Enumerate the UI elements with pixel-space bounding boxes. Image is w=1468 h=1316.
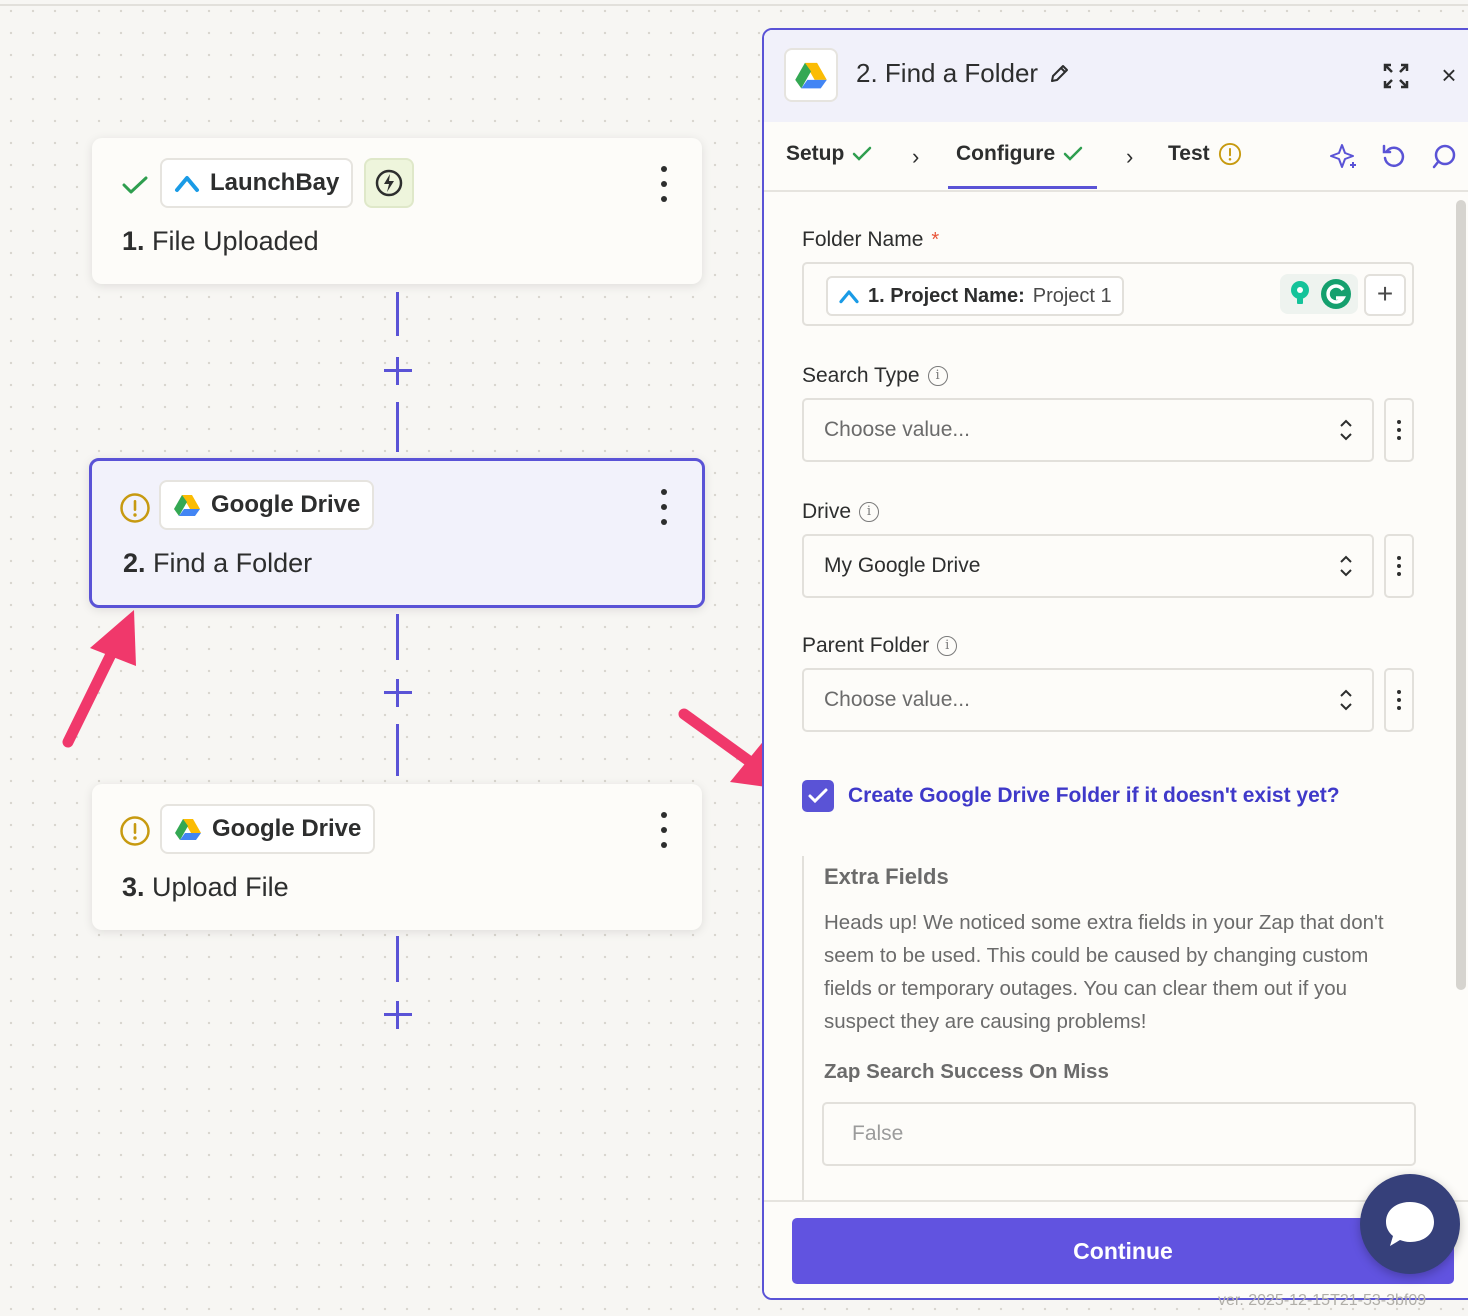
select-arrows-icon: [1340, 555, 1352, 577]
mapped-field-pill[interactable]: 1. Project Name: Project 1: [826, 276, 1124, 316]
check-icon: [118, 168, 152, 202]
folder-name-input[interactable]: 1. Project Name: Project 1 +: [802, 262, 1414, 326]
chevron-right-icon: ›: [1126, 144, 1134, 169]
app-name: Google Drive: [212, 815, 362, 842]
extra-fields-note: Heads up! We noticed some extra fields i…: [824, 911, 1384, 1033]
chat-icon: [1386, 1202, 1434, 1246]
app-name: Google Drive: [211, 491, 361, 518]
connector-line: [396, 292, 399, 336]
step-card-2[interactable]: Google Drive 2. Find a Folder: [89, 458, 705, 608]
close-icon[interactable]: ×: [1436, 62, 1462, 88]
step-config-panel: 2. Find a Folder × Setup › Configure › T…: [762, 28, 1468, 1300]
launchbay-logo-icon: [839, 290, 859, 304]
step-title: 2. Find a Folder: [123, 548, 313, 578]
tab-test[interactable]: Test: [1168, 142, 1242, 166]
search-type-select[interactable]: Choose value...: [802, 398, 1374, 462]
info-icon[interactable]: i: [859, 502, 880, 522]
step-menu-icon[interactable]: [658, 489, 670, 525]
zap-search-success-label: Zap Search Success On Miss: [824, 1060, 1109, 1083]
tab-configure[interactable]: Configure: [947, 142, 1098, 189]
undo-icon[interactable]: [1380, 142, 1408, 170]
field-options-icon[interactable]: [1384, 398, 1414, 462]
field-options-icon[interactable]: [1384, 668, 1414, 732]
parent-folder-label: Parent Folder i: [802, 634, 958, 658]
chevron-right-icon: ›: [912, 144, 920, 169]
tab-setup[interactable]: Setup: [786, 142, 872, 166]
continue-button[interactable]: Continue: [792, 1218, 1454, 1284]
trigger-bolt-icon: [364, 158, 414, 208]
select-arrows-icon: [1340, 419, 1352, 441]
panel-scrollbar[interactable]: [1456, 200, 1466, 990]
connector-line: [396, 402, 399, 452]
panel-tabs: Setup › Configure › Test: [764, 122, 1468, 192]
create-folder-label[interactable]: Create Google Drive Folder if it doesn't…: [848, 784, 1340, 808]
info-icon[interactable]: i: [937, 636, 958, 656]
warning-icon: [118, 814, 152, 848]
pencil-icon[interactable]: [1048, 63, 1070, 85]
step-title: 3. Upload File: [122, 872, 289, 902]
drive-select[interactable]: My Google Drive: [802, 534, 1374, 598]
warning-icon: [118, 491, 152, 525]
connector-line: [396, 936, 399, 982]
check-icon: [853, 146, 872, 161]
comment-icon[interactable]: [1430, 142, 1458, 170]
step-card-3[interactable]: Google Drive 3. Upload File: [92, 784, 702, 930]
google-drive-logo-icon: [784, 48, 838, 102]
add-step-plus-icon[interactable]: [382, 999, 414, 1031]
insert-data-plus-button[interactable]: +: [1364, 274, 1406, 316]
add-step-plus-icon[interactable]: [382, 355, 414, 387]
connector-line: [396, 724, 399, 776]
warning-icon: [1218, 142, 1241, 166]
select-arrows-icon: [1340, 689, 1352, 711]
step-card-1[interactable]: LaunchBay 1. File Uploaded: [92, 138, 702, 284]
annotation-arrow-icon: [62, 610, 136, 748]
info-icon[interactable]: i: [927, 366, 948, 386]
step-title: 1. File Uploaded: [122, 226, 319, 256]
google-drive-logo-icon: [175, 819, 201, 840]
app-name: LaunchBay: [210, 169, 340, 196]
check-icon: [1063, 146, 1083, 161]
grammarly-extension-icon[interactable]: [1280, 274, 1358, 314]
search-type-label: Search Type i: [802, 364, 948, 388]
chat-bubble-button[interactable]: [1360, 1174, 1460, 1274]
connector-line: [396, 614, 399, 660]
panel-title[interactable]: 2. Find a Folder: [856, 58, 1070, 89]
google-drive-logo-icon: [174, 495, 200, 516]
app-pill-launchbay: LaunchBay: [160, 158, 354, 208]
extra-fields-section: Extra Fields Heads up! We noticed some e…: [802, 856, 1416, 1236]
app-pill-google-drive: Google Drive: [160, 804, 376, 854]
top-border: [0, 0, 1468, 6]
step-menu-icon[interactable]: [658, 166, 670, 202]
create-folder-checkbox-row[interactable]: Create Google Drive Folder if it doesn't…: [802, 780, 1340, 812]
app-pill-google-drive: Google Drive: [159, 480, 375, 530]
sparkle-icon[interactable]: [1330, 142, 1358, 170]
panel-header: 2. Find a Folder ×: [764, 30, 1468, 122]
extra-fields-title: Extra Fields: [824, 864, 949, 889]
parent-folder-select[interactable]: Choose value...: [802, 668, 1374, 732]
add-step-plus-icon[interactable]: [382, 677, 414, 709]
zap-search-success-input[interactable]: False: [822, 1102, 1416, 1166]
launchbay-logo-icon: [175, 176, 199, 192]
checkmark-icon: [808, 788, 828, 804]
expand-icon[interactable]: [1382, 62, 1410, 90]
field-options-icon[interactable]: [1384, 534, 1414, 598]
step-menu-icon[interactable]: [658, 812, 670, 848]
folder-name-label: Folder Name *: [802, 228, 940, 251]
version-text: ver. 2025-12-15T21-53-3bf09: [1218, 1292, 1427, 1309]
drive-label: Drive i: [802, 500, 880, 524]
create-folder-checkbox[interactable]: [802, 780, 834, 812]
